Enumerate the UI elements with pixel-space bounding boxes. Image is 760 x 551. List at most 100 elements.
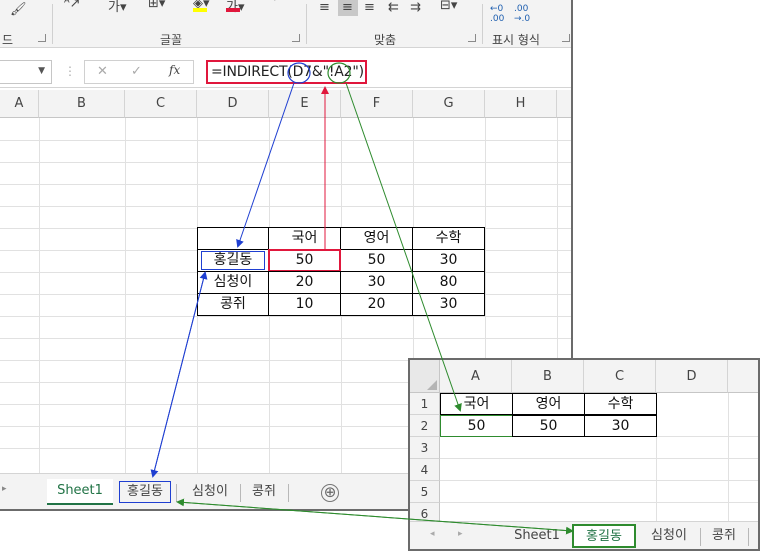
- decrease-indent-icon[interactable]: ⇇: [388, 0, 399, 15]
- tab-sheet1[interactable]: Sheet1: [47, 479, 113, 505]
- column-gridline: [728, 393, 729, 521]
- merge-center-icon[interactable]: ⊟▾: [440, 0, 457, 13]
- formula-input[interactable]: =INDIRECT(D7&"!A2"): [206, 60, 367, 84]
- tab-sim-cheong-i[interactable]: 심청이: [182, 480, 238, 506]
- table-cell[interactable]: 30: [340, 271, 413, 294]
- row-header-2[interactable]: 2: [410, 415, 440, 437]
- table-cell[interactable]: 30: [412, 293, 485, 316]
- tab-hong-gil-dong[interactable]: 홍길동: [119, 481, 171, 503]
- align-left-icon[interactable]: ≡: [319, 0, 330, 15]
- tab-separator: [240, 484, 241, 502]
- align-center-icon[interactable]: ≡: [342, 0, 353, 15]
- cell-b2[interactable]: 50: [512, 415, 585, 437]
- formula-bar: ▼ ⋮ ✕ ✓ fx =INDIRECT(D7&"!A2"): [0, 56, 571, 88]
- row-header-3[interactable]: 3: [410, 437, 440, 459]
- cell-b1[interactable]: 영어: [512, 393, 585, 415]
- row-gridline: [0, 316, 571, 317]
- row-header-4[interactable]: 4: [410, 459, 440, 481]
- row-gridline: [440, 480, 758, 481]
- align-right-icon[interactable]: ≡: [364, 0, 375, 15]
- table-cell-text: 홍길동: [213, 252, 253, 268]
- add-sheet-icon[interactable]: ⊕: [321, 484, 339, 502]
- phonetic-guide-icon[interactable]: 가▾: [108, 0, 127, 15]
- second-excel-window: A B C D 1 2 3 4 5 6 국어 영어 수학 50 50 30 ◂ …: [408, 358, 760, 551]
- column-header-a[interactable]: A: [440, 360, 512, 393]
- table-cell-name-d7[interactable]: 홍길동: [197, 249, 269, 272]
- column-header-d[interactable]: D: [656, 360, 728, 393]
- name-box[interactable]: ▼: [0, 60, 52, 84]
- column-gridline: [39, 118, 40, 473]
- decrease-decimal-icon[interactable]: .00 →.0: [514, 4, 530, 24]
- tab-separator: [176, 484, 177, 502]
- group-separator: [52, 4, 53, 44]
- table-cell[interactable]: 20: [268, 271, 341, 294]
- select-all-corner[interactable]: [410, 360, 440, 393]
- cell-c1[interactable]: 수학: [584, 393, 657, 415]
- row-header-5[interactable]: 5: [410, 481, 440, 503]
- scroll-left-icon[interactable]: ◂: [430, 529, 435, 539]
- korean-extras-icon[interactable]: ⁱ‴: [274, 0, 281, 7]
- tab-sheet1[interactable]: Sheet1: [510, 525, 564, 549]
- table-cell[interactable]: 50: [340, 249, 413, 272]
- tab-kong-jwi[interactable]: 콩쥐: [244, 480, 284, 506]
- cancel-icon[interactable]: ✕: [97, 64, 108, 79]
- row-gridline: [0, 140, 571, 141]
- column-header-e[interactable]: E: [269, 90, 341, 118]
- table-header-corner[interactable]: [197, 227, 269, 250]
- cell-a1[interactable]: 국어: [440, 393, 513, 415]
- font-launcher-icon[interactable]: [292, 34, 300, 42]
- scroll-tabs-icon[interactable]: ▸: [2, 484, 7, 494]
- table-cell[interactable]: 30: [412, 249, 485, 272]
- table-cell[interactable]: 80: [412, 271, 485, 294]
- column-header-c[interactable]: C: [125, 90, 197, 118]
- table-cell-name[interactable]: 콩쥐: [197, 293, 269, 316]
- scroll-right-icon[interactable]: ▸: [458, 529, 463, 539]
- formula-bar-splitter[interactable]: ⋮: [64, 64, 76, 78]
- table-header-english[interactable]: 영어: [340, 227, 413, 250]
- row-gridline: [440, 502, 758, 503]
- column-header-a[interactable]: A: [0, 90, 39, 118]
- increase-indent-icon[interactable]: ⇉: [410, 0, 421, 15]
- column-header-partial[interactable]: [728, 360, 758, 393]
- number-launcher-icon[interactable]: [562, 34, 570, 42]
- column-header-b[interactable]: B: [39, 90, 125, 118]
- chevron-down-icon[interactable]: ▼: [38, 66, 45, 76]
- column-header-h[interactable]: H: [485, 90, 557, 118]
- formula-bar-buttons: ✕ ✓ fx: [84, 60, 194, 84]
- table-header-math[interactable]: 수학: [412, 227, 485, 250]
- cell-a2[interactable]: 50: [440, 415, 513, 437]
- tab-separator: [288, 484, 289, 502]
- cell-c2[interactable]: 30: [584, 415, 657, 437]
- table-cell[interactable]: 20: [340, 293, 413, 316]
- table-header-korean[interactable]: 국어: [268, 227, 341, 250]
- tab-sim-cheong-i[interactable]: 심청이: [642, 525, 696, 549]
- tab-separator: [748, 528, 749, 546]
- alignment-launcher-icon[interactable]: [468, 34, 476, 42]
- decrease-decimal-arrow: →.0: [514, 14, 531, 24]
- column-header-f[interactable]: F: [341, 90, 413, 118]
- tab-hong-gil-dong[interactable]: 홍길동: [572, 524, 636, 548]
- column-header-partial[interactable]: [557, 90, 571, 118]
- increase-decimal-icon[interactable]: ←0 .00: [490, 4, 504, 24]
- column-header-b[interactable]: B: [512, 360, 584, 393]
- format-painter-icon[interactable]: 🖌: [10, 2, 27, 17]
- borders-icon[interactable]: ⊞▾: [148, 0, 165, 11]
- column-header-d[interactable]: D: [197, 90, 269, 118]
- formula-text: =INDIRECT(D7&"!A2"): [211, 64, 364, 80]
- tab-kong-jwi[interactable]: 콩쥐: [704, 525, 744, 549]
- clipboard-group-label: 드: [2, 33, 14, 47]
- row-gridline: [0, 162, 571, 163]
- insert-function-icon[interactable]: fx: [169, 63, 180, 77]
- active-cell-e7[interactable]: [268, 249, 341, 272]
- table-cell[interactable]: 10: [268, 293, 341, 316]
- column-header-g[interactable]: G: [413, 90, 485, 118]
- select-all-triangle-icon: [427, 380, 437, 390]
- row-header-1[interactable]: 1: [410, 393, 440, 415]
- clipboard-launcher-icon[interactable]: [38, 34, 46, 42]
- table-cell-name[interactable]: 심청이: [197, 271, 269, 294]
- column-header-c[interactable]: C: [584, 360, 656, 393]
- font-size-increase-icon[interactable]: ᴬ↗: [64, 0, 81, 11]
- sheet-tab-bar: ◂ ▸ Sheet1 홍길동 심청이 콩쥐: [410, 521, 758, 549]
- enter-icon[interactable]: ✓: [131, 64, 142, 79]
- group-separator: [306, 4, 307, 44]
